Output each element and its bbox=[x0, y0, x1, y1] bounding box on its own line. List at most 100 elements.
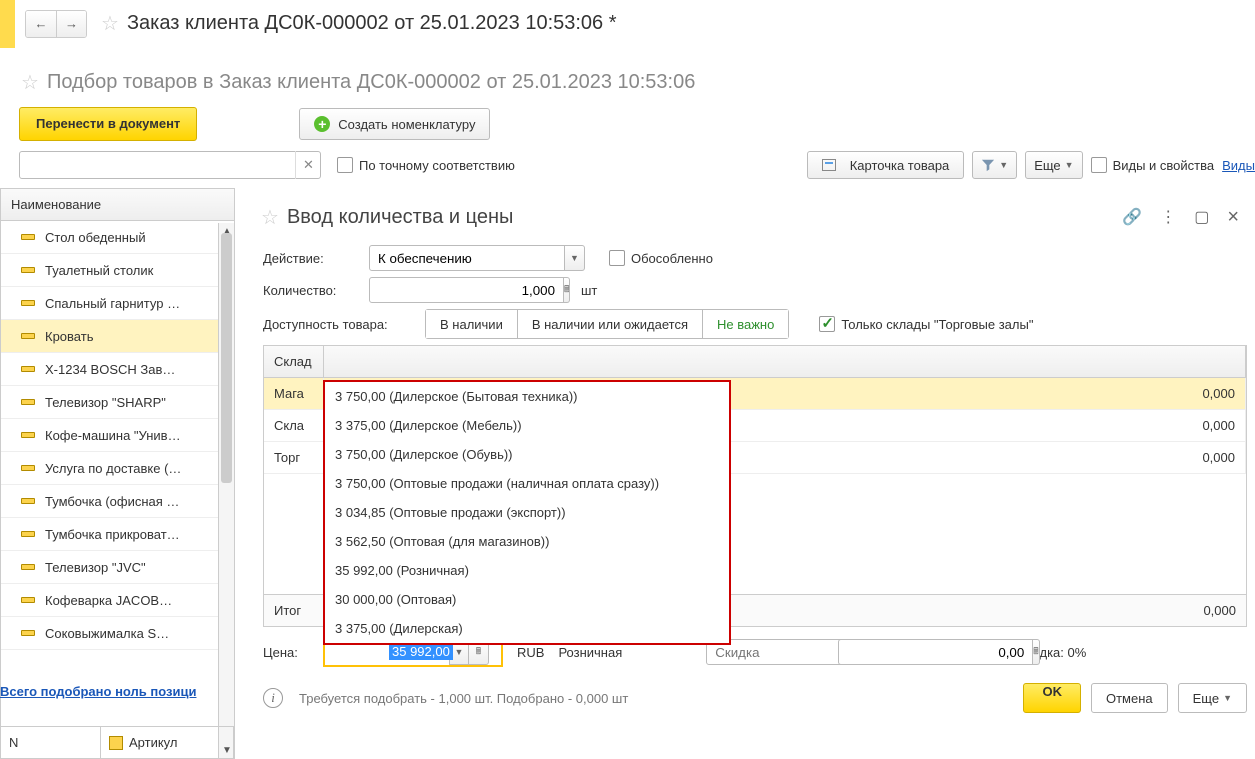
filter-button[interactable]: ▼ bbox=[972, 151, 1017, 179]
price-label: Цена: bbox=[263, 645, 309, 660]
discount-value-input[interactable] bbox=[838, 639, 1033, 665]
dropdown-item[interactable]: 3 750,00 (Дилерское (Обувь)) bbox=[325, 440, 729, 469]
dropdown-item[interactable]: 35 992,00 (Розничная) bbox=[325, 556, 729, 585]
item-icon bbox=[21, 333, 35, 339]
unit-label: шт bbox=[581, 283, 597, 298]
col-n[interactable]: N bbox=[1, 727, 101, 758]
create-nomenclature-button[interactable]: + Создать номенклатуру bbox=[299, 108, 490, 140]
dropdown-item[interactable]: 30 000,00 (Оптовая) bbox=[325, 585, 729, 614]
discount-value-field: 🖩 bbox=[838, 639, 968, 665]
item-icon bbox=[21, 498, 35, 504]
qty-input[interactable] bbox=[369, 277, 564, 303]
create-nomenclature-label: Создать номенклатуру bbox=[338, 117, 475, 132]
ok-button[interactable]: OK bbox=[1023, 683, 1081, 713]
separate-label: Обособленно bbox=[631, 251, 713, 266]
currency-label: RUB bbox=[517, 645, 544, 660]
maximize-icon[interactable]: ▢ bbox=[1194, 207, 1209, 227]
tree-row-label: Тумбочка прикроват… bbox=[45, 527, 180, 542]
tree-row[interactable]: Кровать bbox=[1, 320, 234, 353]
item-tree: Наименование Стол обеденныйТуалетный сто… bbox=[0, 188, 235, 759]
action-input[interactable] bbox=[369, 245, 565, 271]
item-icon bbox=[21, 432, 35, 438]
tree-row[interactable]: Кофеварка JACOB… bbox=[1, 584, 234, 617]
search-input[interactable] bbox=[19, 151, 321, 179]
scrollbar-thumb[interactable] bbox=[221, 233, 232, 483]
separate-checkbox[interactable]: Обособленно bbox=[609, 250, 713, 266]
seg-instock[interactable]: В наличии bbox=[425, 309, 518, 339]
tree-row-label: X-1234 BOSCH Зав… bbox=[45, 362, 175, 377]
col-article[interactable]: Артикул bbox=[101, 727, 234, 758]
funnel-icon bbox=[981, 158, 995, 172]
seg-instock-or-expected[interactable]: В наличии или ожидается bbox=[518, 309, 703, 339]
tree-row[interactable]: Соковыжималка S… bbox=[1, 617, 234, 650]
dropdown-item[interactable]: 3 562,50 (Оптовая (для магазинов)) bbox=[325, 527, 729, 556]
tree-row[interactable]: Стол обеденный bbox=[1, 221, 234, 254]
tree-row[interactable]: Телевизор "JVC" bbox=[1, 551, 234, 584]
tree-row[interactable]: X-1234 BOSCH Зав… bbox=[1, 353, 234, 386]
tree-row-label: Спальный гарнитур … bbox=[45, 296, 180, 311]
item-icon bbox=[21, 630, 35, 636]
chevron-down-icon[interactable]: ▼ bbox=[565, 245, 585, 271]
toolbar-primary: Перенести в документ + Создать номенклат… bbox=[19, 99, 1255, 151]
store-cell: Мага bbox=[264, 378, 324, 409]
toolbar-search: ✕ По точному соответствию Карточка товар… bbox=[19, 151, 1255, 187]
transfer-to-document-button[interactable]: Перенести в документ bbox=[19, 107, 197, 141]
favorite-star-icon-sub[interactable]: ☆ bbox=[21, 70, 39, 95]
action-combo[interactable]: ▼ bbox=[369, 245, 585, 271]
store-cell: Скла bbox=[264, 410, 324, 441]
more-button-modal[interactable]: Еще▼ bbox=[1178, 683, 1247, 713]
tree-row-label: Телевизор "SHARP" bbox=[45, 395, 166, 410]
tree-row-label: Туалетный столик bbox=[45, 263, 153, 278]
dropdown-item[interactable]: 3 375,00 (Дилерское (Мебель)) bbox=[325, 411, 729, 440]
product-card-button[interactable]: Карточка товара bbox=[807, 151, 965, 179]
views-link[interactable]: Виды bbox=[1222, 158, 1255, 173]
action-label: Действие: bbox=[263, 251, 359, 266]
dropdown-item[interactable]: 3 375,00 (Дилерская) bbox=[325, 614, 729, 643]
only-halls-checkbox[interactable]: Только склады "Торговые залы" bbox=[819, 316, 1033, 332]
item-icon bbox=[21, 597, 35, 603]
price-dropdown-list: 3 750,00 (Дилерское (Бытовая техника))3 … bbox=[323, 380, 731, 645]
dropdown-item[interactable]: 3 750,00 (Дилерское (Бытовая техника)) bbox=[325, 382, 729, 411]
col-store[interactable]: Склад bbox=[264, 346, 324, 377]
checkbox-icon bbox=[337, 157, 353, 173]
seg-no-matter[interactable]: Не важно bbox=[703, 309, 789, 339]
store-cell: Торг bbox=[264, 442, 324, 473]
item-icon bbox=[21, 399, 35, 405]
tree-row[interactable]: Кофе-машина "Унив… bbox=[1, 419, 234, 452]
availability-segmented: В наличии В наличии или ожидается Не важ… bbox=[425, 309, 789, 339]
tree-row[interactable]: Туалетный столик bbox=[1, 254, 234, 287]
tree-row[interactable]: Спальный гарнитур … bbox=[1, 287, 234, 320]
folder-icon bbox=[109, 736, 123, 750]
selected-summary-link[interactable]: Всего подобрано ноль позици bbox=[0, 678, 234, 705]
tree-row-label: Кровать bbox=[45, 329, 93, 344]
search-wrap: ✕ bbox=[19, 151, 321, 179]
cancel-button[interactable]: Отмена bbox=[1091, 683, 1168, 713]
modal-title: Ввод количества и цены bbox=[287, 206, 513, 229]
item-icon bbox=[21, 300, 35, 306]
close-icon[interactable]: × bbox=[1227, 206, 1239, 229]
window-title: Заказ клиента ДС0К-000002 от 25.01.2023 … bbox=[127, 12, 617, 35]
col-qty[interactable] bbox=[324, 346, 1246, 377]
qty-label: Количество: bbox=[263, 283, 359, 298]
tree-row-label: Телевизор "JVC" bbox=[45, 560, 146, 575]
dropdown-item[interactable]: 3 750,00 (Оптовые продажи (наличная опла… bbox=[325, 469, 729, 498]
exact-match-checkbox[interactable]: По точному соответствию bbox=[337, 157, 515, 173]
favorite-star-icon-modal[interactable]: ☆ bbox=[261, 205, 279, 230]
kebab-icon[interactable]: ⋮ bbox=[1160, 207, 1176, 227]
calculator-icon[interactable]: 🖩 bbox=[564, 277, 570, 303]
back-button[interactable]: ← bbox=[26, 11, 56, 37]
link-icon[interactable]: 🔗 bbox=[1122, 207, 1142, 227]
calculator-icon[interactable]: 🖩 bbox=[1033, 639, 1039, 665]
forward-button[interactable]: → bbox=[56, 11, 86, 37]
views-check[interactable]: Виды и свойства bbox=[1091, 157, 1215, 173]
clear-search-icon[interactable]: ✕ bbox=[295, 151, 321, 179]
nav-button-group: ← → bbox=[25, 10, 87, 38]
tree-row[interactable]: Тумбочка прикроват… bbox=[1, 518, 234, 551]
dropdown-item[interactable]: 3 034,85 (Оптовые продажи (экспорт)) bbox=[325, 498, 729, 527]
tree-row[interactable]: Услуга по доставке (… bbox=[1, 452, 234, 485]
tree-row-label: Тумбочка (офисная … bbox=[45, 494, 179, 509]
tree-row[interactable]: Телевизор "SHARP" bbox=[1, 386, 234, 419]
more-button[interactable]: Еще ▼ bbox=[1025, 151, 1082, 179]
favorite-star-icon[interactable]: ☆ bbox=[101, 11, 119, 36]
tree-row[interactable]: Тумбочка (офисная … bbox=[1, 485, 234, 518]
